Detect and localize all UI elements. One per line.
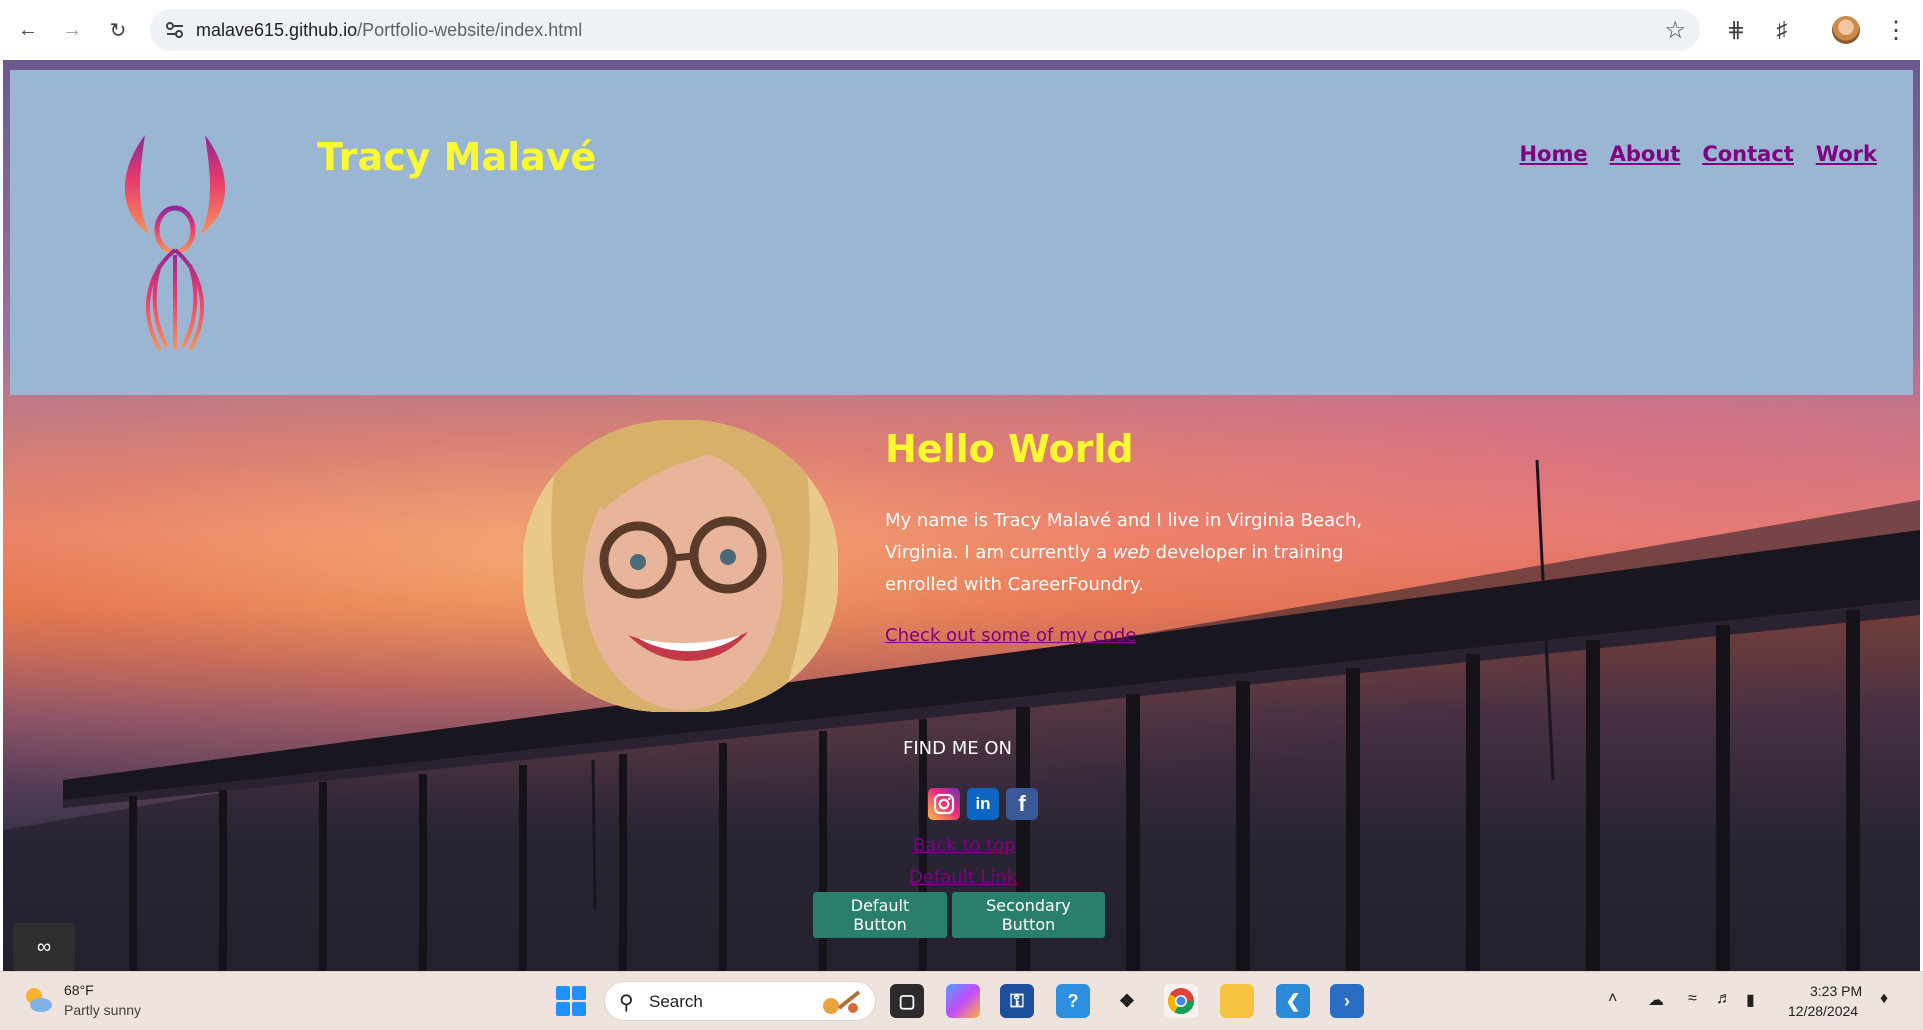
copilot-icon[interactable] [946,984,980,1018]
nav-contact[interactable]: Contact [1702,142,1794,166]
instagram-icon[interactable] [928,788,960,820]
nav-about[interactable]: About [1610,142,1681,166]
keepass-icon[interactable]: ⚿ [1000,984,1034,1018]
weather-temp: 68°F [64,982,94,998]
help-icon[interactable]: ? [1056,984,1090,1018]
volume-icon[interactable]: ♬ [1716,990,1732,1008]
bio-emphasis: web [1112,542,1150,563]
site-header: Tracy Malavé Home About Contact Work [10,70,1913,395]
clock-date[interactable]: 12/28/2024 [1788,1003,1858,1019]
browser-toolbar: ← → ↻ malave615.github.io/Portfolio-webs… [0,0,1923,60]
forward-arrow-icon[interactable]: → [56,14,88,46]
wifi-icon[interactable]: ≈ [1688,990,1697,1008]
vscode-icon[interactable]: ❮ [1276,984,1310,1018]
site-title: Tracy Malavé [317,135,597,179]
secondary-button[interactable]: Secondary Button [952,892,1105,938]
linkedin-icon[interactable]: in [967,788,999,820]
search-placeholder: Search [649,992,703,1011]
battery-icon[interactable]: ▮ [1746,990,1755,1010]
address-bar[interactable]: malave615.github.io/Portfolio-website/in… [150,9,1700,51]
search-highlight-icon [823,990,861,1014]
file-explorer-icon[interactable] [1220,984,1254,1018]
taskbar: 68°F Partly sunny ⚲ Search ▢ ⚿ ? ❖ ❮ › ˄… [0,971,1923,1030]
main-nav: Home About Contact Work [1519,142,1877,166]
bookmark-star-icon[interactable]: ☆ [1664,16,1686,45]
weather-sun-cloud-icon[interactable] [22,984,54,1016]
start-button-icon[interactable] [556,986,586,1016]
menu-dots-icon[interactable]: ⋮ [1880,14,1912,46]
extensions-puzzle-icon[interactable]: ♯ [1766,14,1798,46]
dropbox-icon[interactable]: ❖ [1110,984,1144,1018]
chrome-icon[interactable] [1164,984,1198,1018]
nav-home[interactable]: Home [1519,142,1587,166]
weather-desc: Partly sunny [64,1002,142,1018]
intro-bio: My name is Tracy Malavé and I live in Vi… [885,505,1375,601]
code-link[interactable]: Check out some of my code [885,625,1136,646]
site-settings-icon[interactable] [164,19,186,41]
default-link[interactable]: Default Link [909,867,1017,888]
facebook-icon[interactable]: f [1006,788,1038,820]
page-viewport: Tracy Malavé Home About Contact Work Hel… [3,60,1920,971]
task-view-icon[interactable]: ▢ [890,984,924,1018]
accessibility-glasses-icon[interactable]: ∞ [13,923,75,971]
reload-icon[interactable]: ↻ [102,14,134,46]
search-icon: ⚲ [619,992,634,1014]
onedrive-icon[interactable]: ☁ [1648,990,1664,1010]
notification-bell-icon[interactable]: ♦ [1880,990,1888,1008]
nav-work[interactable]: Work [1816,142,1877,166]
back-arrow-icon[interactable]: ← [12,14,44,46]
chevron-up-icon[interactable]: ˄ [1608,990,1617,1008]
powershell-icon[interactable]: › [1330,984,1364,1018]
phoenix-logo [124,135,226,351]
extension-icon[interactable]: ⋕ [1720,14,1752,46]
default-button[interactable]: Default Button [813,892,947,938]
social-links: in f [928,788,1038,820]
find-me-label: FIND ME ON [903,738,1012,759]
url-path: /Portfolio-website/index.html [357,20,583,40]
url-host: malave615.github.io [196,20,358,40]
clock-time[interactable]: 3:23 PM [1810,983,1862,999]
intro-heading: Hello World [885,427,1134,471]
back-to-top-link[interactable]: Back to top [913,835,1016,856]
profile-avatar[interactable] [1832,16,1860,44]
profile-photo [523,420,838,712]
url-text: malave615.github.io/Portfolio-website/in… [196,20,582,41]
taskbar-search[interactable]: ⚲ Search [604,981,876,1021]
